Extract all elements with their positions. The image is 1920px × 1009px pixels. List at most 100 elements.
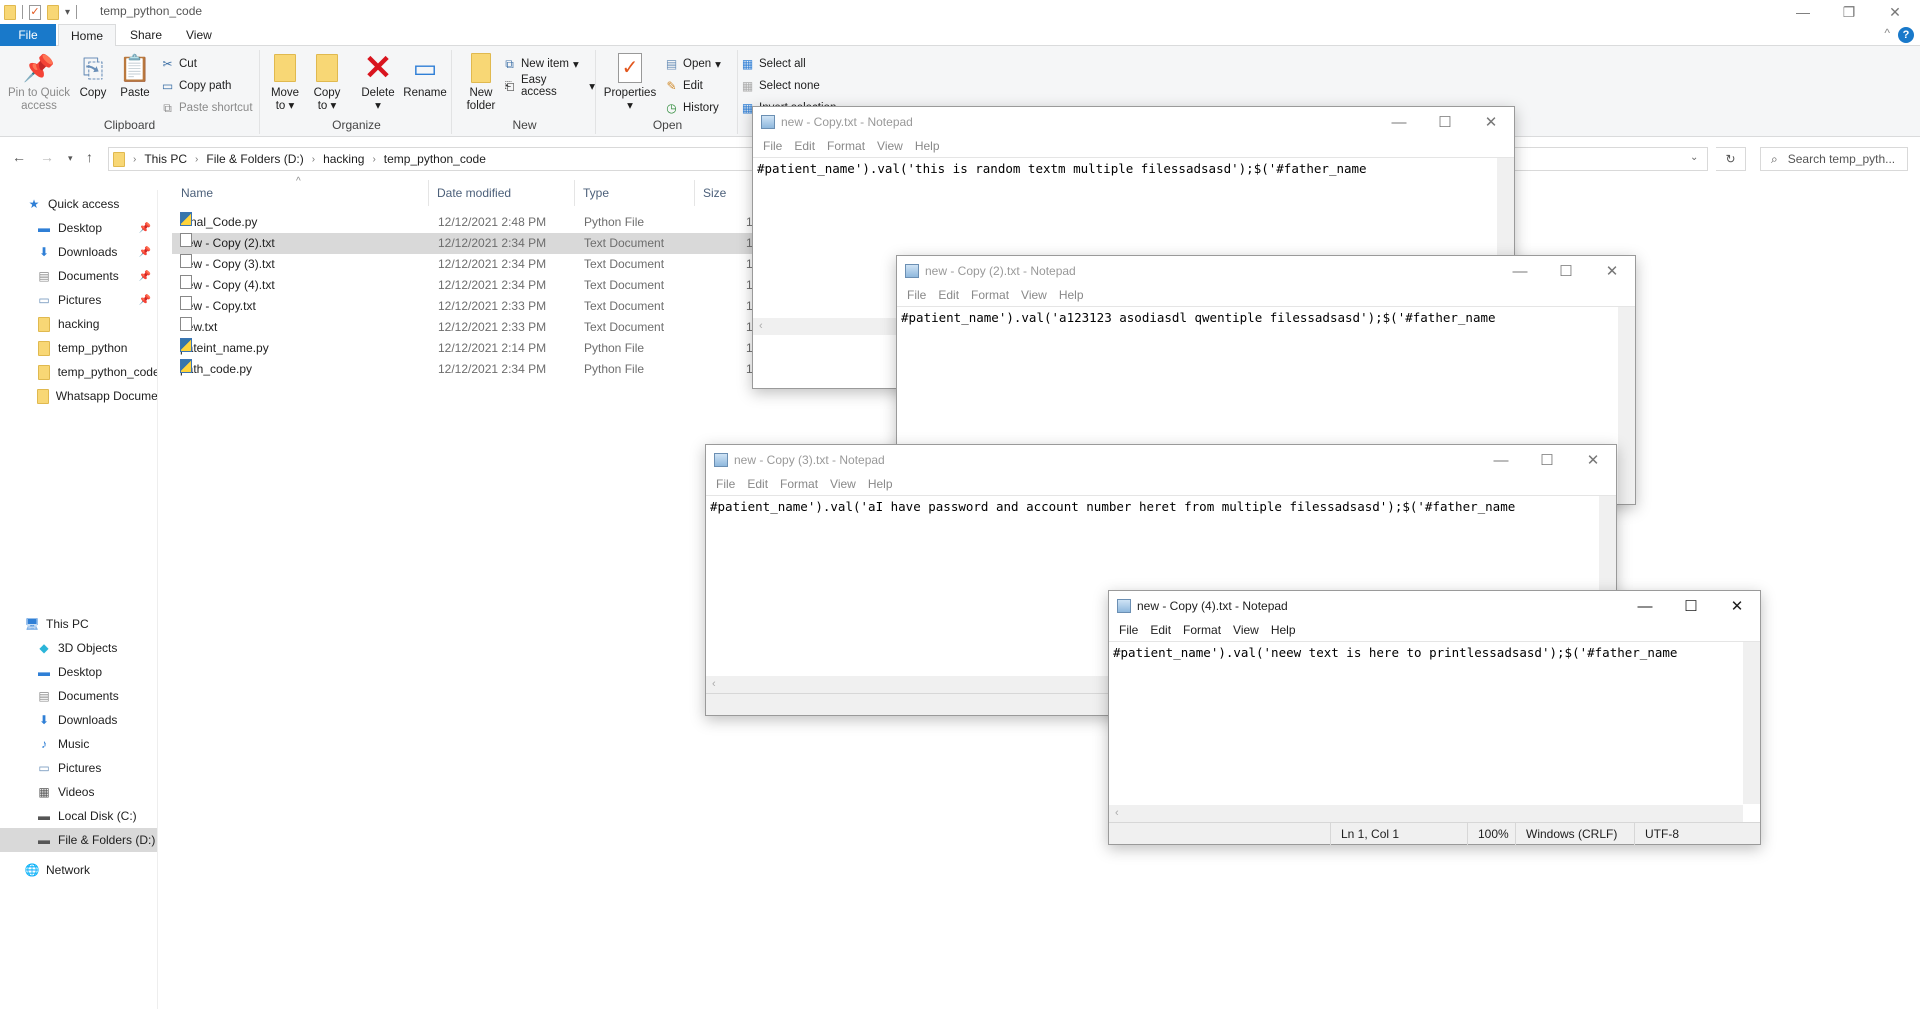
file-row[interactable]: new.txt 12/12/2021 2:33 PM Text Document 1 bbox=[172, 317, 753, 338]
menu-edit[interactable]: Edit bbox=[741, 475, 774, 495]
menu-format[interactable]: Format bbox=[774, 475, 824, 495]
minimize-button[interactable]: — bbox=[1497, 256, 1543, 286]
document-text[interactable]: #patient_name').val('aI have password an… bbox=[710, 499, 1515, 514]
column-header-name[interactable]: Name bbox=[176, 180, 429, 206]
nav-item[interactable]: ▬ File & Folders (D:) bbox=[0, 828, 157, 852]
menu-format[interactable]: Format bbox=[1177, 621, 1227, 641]
menu-file[interactable]: File bbox=[1113, 621, 1144, 641]
tab-view[interactable]: View bbox=[174, 24, 224, 46]
nav-item[interactable]: Whatsapp Documents bbox=[0, 384, 157, 408]
file-row[interactable]: new - Copy (2).txt 12/12/2021 2:34 PM Text… bbox=[172, 233, 753, 254]
menu-help[interactable]: Help bbox=[862, 475, 899, 495]
copy-to-button[interactable]: Copy to ▾ bbox=[308, 52, 346, 113]
breadcrumb-drive[interactable]: File & Folders (D:) bbox=[206, 152, 303, 166]
back-arrow-icon[interactable]: ← bbox=[12, 149, 26, 165]
nav-item[interactable]: ▭ Pictures 📌 bbox=[0, 288, 157, 312]
nav-item[interactable]: ▤ Documents bbox=[0, 684, 157, 708]
nav-item[interactable]: ◆ 3D Objects bbox=[0, 636, 157, 660]
tab-file[interactable]: File bbox=[0, 24, 56, 46]
horizontal-scrollbar[interactable]: ‹ bbox=[1109, 805, 1743, 822]
collapse-ribbon-icon[interactable]: ^ bbox=[1884, 26, 1890, 40]
select-none-button[interactable]: ▦ Select none bbox=[740, 77, 820, 95]
tab-share[interactable]: Share bbox=[118, 24, 174, 46]
cut-button[interactable]: ✂ Cut bbox=[160, 55, 196, 73]
column-header-date[interactable]: Date modified bbox=[432, 180, 575, 206]
close-button[interactable]: ✕ bbox=[1872, 0, 1918, 24]
up-arrow-icon[interactable]: ↑ bbox=[86, 149, 93, 165]
vertical-scrollbar[interactable] bbox=[1743, 642, 1760, 804]
close-button[interactable]: ✕ bbox=[1468, 107, 1514, 137]
file-row[interactable]: Final_Code.py 12/12/2021 2:48 PM Python Fi… bbox=[172, 212, 753, 233]
menu-format[interactable]: Format bbox=[965, 286, 1015, 306]
document-text[interactable]: #patient_name').val('this is random text… bbox=[757, 161, 1367, 176]
move-to-button[interactable]: Move to ▾ bbox=[266, 52, 304, 113]
restore-button[interactable]: ❐ bbox=[1826, 0, 1872, 24]
refresh-icon[interactable]: ↻ bbox=[1716, 147, 1746, 171]
nav-item[interactable]: ▤ Documents 📌 bbox=[0, 264, 157, 288]
pin-icon[interactable]: 📌 bbox=[139, 223, 151, 234]
nav-item[interactable]: ⬇ Downloads 📌 bbox=[0, 240, 157, 264]
document-text[interactable]: #patient_name').val('a123123 asodiasdl q… bbox=[901, 310, 1496, 325]
menu-help[interactable]: Help bbox=[1265, 621, 1302, 641]
menu-edit[interactable]: Edit bbox=[788, 137, 821, 157]
minimize-button[interactable]: — bbox=[1478, 445, 1524, 475]
rename-button[interactable]: ▭ Rename bbox=[402, 52, 448, 100]
nav-item[interactable]: temp_python bbox=[0, 336, 157, 360]
close-button[interactable]: ✕ bbox=[1570, 445, 1616, 475]
menu-file[interactable]: File bbox=[710, 475, 741, 495]
file-row[interactable]: pateint_name.py 12/12/2021 2:14 PM Python … bbox=[172, 338, 753, 359]
copy-button[interactable]: ⎘ Copy bbox=[76, 52, 110, 100]
file-row[interactable]: new - Copy (4).txt 12/12/2021 2:34 PM Text… bbox=[172, 275, 753, 296]
breadcrumb-this-pc[interactable]: This PC bbox=[144, 152, 187, 166]
search-box[interactable]: ⌕ Search temp_pyth... bbox=[1760, 147, 1908, 171]
menu-view[interactable]: View bbox=[871, 137, 909, 157]
recent-locations-icon[interactable]: ▾ bbox=[68, 153, 73, 164]
new-folder-button[interactable]: New folder bbox=[458, 52, 504, 113]
maximize-button[interactable]: ☐ bbox=[1668, 591, 1714, 621]
edit-button[interactable]: ✎ Edit bbox=[664, 77, 702, 95]
new-item-button[interactable]: ⧉ New item ▾ bbox=[502, 55, 579, 73]
menu-view[interactable]: View bbox=[1015, 286, 1053, 306]
document-text[interactable]: #patient_name').val('neew text is here t… bbox=[1113, 645, 1677, 660]
nav-network[interactable]: 🌐 Network bbox=[0, 858, 157, 882]
menu-file[interactable]: File bbox=[901, 286, 932, 306]
paste-shortcut-button[interactable]: ⧉ Paste shortcut bbox=[160, 99, 252, 117]
nav-item[interactable]: ▬ Local Disk (C:) bbox=[0, 804, 157, 828]
new-folder-quick-icon[interactable] bbox=[47, 4, 59, 20]
minimize-button[interactable]: — bbox=[1376, 107, 1422, 137]
nav-quick-access[interactable]: ★ Quick access bbox=[0, 192, 157, 216]
file-row[interactable]: path_code.py 12/12/2021 2:34 PM Python Fil… bbox=[172, 359, 753, 380]
forward-arrow-icon[interactable]: → bbox=[40, 149, 54, 165]
nav-item[interactable]: ▬ Desktop bbox=[0, 660, 157, 684]
maximize-button[interactable]: ☐ bbox=[1422, 107, 1468, 137]
nav-item[interactable]: ⬇ Downloads bbox=[0, 708, 157, 732]
column-header-size[interactable]: Size bbox=[698, 180, 758, 206]
menu-file[interactable]: File bbox=[757, 137, 788, 157]
menu-help[interactable]: Help bbox=[909, 137, 946, 157]
history-button[interactable]: ◷ History bbox=[664, 99, 719, 117]
maximize-button[interactable]: ☐ bbox=[1543, 256, 1589, 286]
menu-view[interactable]: View bbox=[1227, 621, 1265, 641]
nav-this-pc[interactable]: 🖥 This PC bbox=[0, 612, 157, 636]
minimize-button[interactable]: — bbox=[1622, 591, 1668, 621]
pin-icon[interactable]: 📌 bbox=[139, 247, 151, 258]
notepad-window-copy-4[interactable]: new - Copy (4).txt - Notepad — ☐ ✕ File … bbox=[1108, 590, 1761, 845]
help-icon[interactable]: ? bbox=[1898, 27, 1914, 43]
easy-access-button[interactable]: ⎗ Easy access ▾ bbox=[502, 74, 595, 98]
address-dropdown-icon[interactable]: ⌄ bbox=[1690, 152, 1698, 163]
file-row[interactable]: new - Copy (3).txt 12/12/2021 2:34 PM Text… bbox=[172, 254, 753, 275]
nav-item[interactable]: ♪ Music bbox=[0, 732, 157, 756]
pin-icon[interactable]: 📌 bbox=[139, 271, 151, 282]
close-button[interactable]: ✕ bbox=[1589, 256, 1635, 286]
breadcrumb-hacking[interactable]: hacking bbox=[323, 152, 364, 166]
menu-format[interactable]: Format bbox=[821, 137, 871, 157]
nav-item[interactable]: hacking bbox=[0, 312, 157, 336]
pin-to-quick-access-button[interactable]: 📌 Pin to Quick access bbox=[4, 52, 74, 113]
properties-button[interactable]: ✓ Properties ▾ bbox=[602, 52, 658, 113]
pin-icon[interactable]: 📌 bbox=[139, 295, 151, 306]
menu-edit[interactable]: Edit bbox=[932, 286, 965, 306]
nav-item[interactable]: temp_python_code bbox=[0, 360, 157, 384]
text-area[interactable]: #patient_name').val('neew text is here t… bbox=[1109, 641, 1760, 845]
paste-button[interactable]: 📋 Paste bbox=[118, 52, 152, 100]
menu-help[interactable]: Help bbox=[1053, 286, 1090, 306]
